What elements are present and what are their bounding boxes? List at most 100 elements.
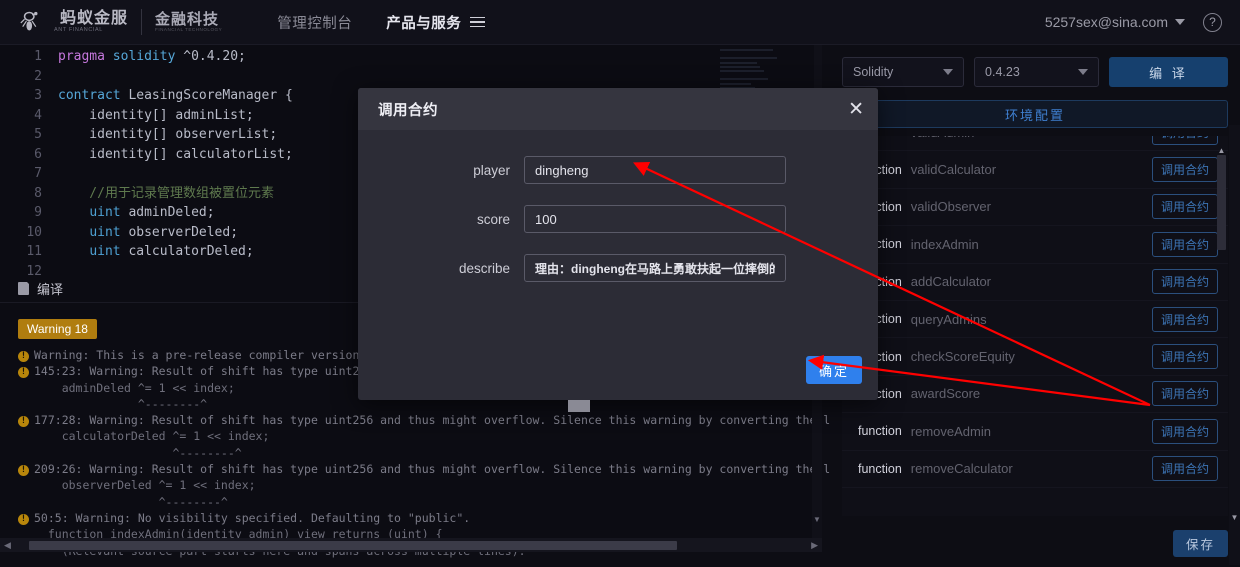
function-row: function awardScore 调用合约 [842,376,1228,414]
info-icon: ! [18,412,34,428]
player-input[interactable] [524,156,786,184]
code-token: ^0.4.20; [183,49,246,64]
ant-financial-logo-icon [20,11,38,31]
code-line[interactable] [58,164,395,184]
code-line[interactable]: uint calculatorDeled; [58,242,395,262]
warning-entry: ! 177:28: Warning: Result of shift has ty… [18,412,920,428]
function-list-scrollbar[interactable]: ▲ [1217,146,1226,446]
function-list-scroll-thumb[interactable] [1217,155,1226,250]
top-header: 蚂蚁金服 ANT FINANCIAL 金融科技 FINANCIAL TECHNO… [0,0,1240,45]
nav-item-products[interactable]: 产品与服务 [386,12,486,33]
code-lines[interactable]: pragma solidity ^0.4.20; contract Leasin… [42,47,395,275]
function-name: checkScoreEquity [910,349,1015,365]
code-token: solidity [104,49,184,64]
call-contract-button[interactable]: 调用合约 [1151,194,1218,220]
version-select[interactable]: 0.4.23 [974,57,1099,87]
line-number: 8 [34,185,42,201]
call-contract-button[interactable]: 调用合约 [1151,306,1218,332]
function-row: function indexAdmin 调用合约 [842,226,1228,264]
field-label-describe: describe [458,260,510,276]
call-contract-button[interactable]: 调用合约 [1151,231,1218,257]
function-name: indexAdmin [910,236,979,252]
save-button[interactable]: 保存 [1173,530,1228,557]
code-line[interactable]: identity[] observerList; [58,125,395,145]
dialog-tail-marker [568,400,590,412]
compile-horizontal-scrollbar[interactable]: ◀ ▶ [0,538,822,552]
panel-outer-scrollbar[interactable]: ▼ [1229,125,1240,565]
line-number: 1 [34,49,42,64]
info-icon: ! [18,347,34,363]
code-line[interactable]: pragma solidity ^0.4.20; [58,47,395,67]
confirm-button[interactable]: 确定 [806,356,862,384]
call-contract-button[interactable]: 调用合约 [1151,418,1218,444]
call-contract-button[interactable]: 调用合约 [1151,136,1218,145]
env-config-button[interactable]: 环境配置 [842,100,1228,128]
minimap-line [720,65,761,68]
line-number: 4 [34,107,42,123]
code-line[interactable] [58,67,395,87]
scroll-down-arrow-icon[interactable]: ▼ [1229,513,1240,522]
line-number: 5 [34,127,42,142]
help-icon[interactable]: ? [1203,12,1222,32]
scroll-left-arrow-icon[interactable]: ◀ [0,540,15,551]
version-select-value: 0.4.23 [985,65,1020,79]
info-icon: ! [18,461,34,477]
info-icon: ! [18,363,34,379]
call-contract-button[interactable]: 调用合约 [1151,344,1218,370]
code-line[interactable]: contract LeasingScoreManager { [58,86,395,106]
brand-name-en: ANT FINANCIAL [54,27,103,34]
function-row: functionvalidAdmin调用合约 [842,136,1228,152]
chevron-down-icon [1175,19,1185,25]
code-line[interactable]: uint observerDeled; [58,223,395,243]
call-contract-button[interactable]: 调用合约 [1151,456,1218,482]
warning-source-line: calculatorDeled ^= 1 << index; [34,429,270,444]
code-token: pragma [58,49,105,64]
code-line[interactable]: uint adminDeled; [58,203,395,223]
code-line[interactable]: identity[] calculatorList; [58,145,395,165]
function-name: validObserver [910,199,991,215]
hamburger-icon[interactable] [470,16,486,28]
field-label-score: score [476,211,510,227]
warning-source-line: observerDeled ^= 1 << index; [34,478,256,493]
language-select[interactable]: Solidity [842,57,965,87]
function-row: function removeCalculator 调用合约 [842,451,1228,488]
call-contract-dialog: 调用合约 ✕ player score describe 确定 [358,88,878,412]
info-icon: ! [18,510,34,526]
scroll-up-arrow-icon[interactable]: ▲ [1217,146,1226,155]
warning-message: 209:26: Warning: Result of shift has typ… [34,462,921,477]
scroll-down-arrow-icon[interactable]: ▼ [812,515,822,524]
code-token: observerDeled; [120,224,239,240]
compiler-toolbar: Solidity 0.4.23 编 译 [830,45,1240,87]
call-contract-button[interactable]: 调用合约 [1151,381,1218,407]
brand-logo[interactable]: 蚂蚁金服 ANT FINANCIAL 金融科技 FINANCIAL TECHNO… [0,7,222,37]
scroll-right-arrow-icon[interactable]: ▶ [807,540,822,551]
call-contract-button[interactable]: 调用合约 [1151,269,1218,295]
brand-name-cn: 蚂蚁金服 [60,9,129,27]
close-icon[interactable]: ✕ [848,100,864,119]
hscroll-thumb[interactable] [28,540,677,550]
line-number: 3 [34,88,42,103]
call-contract-button[interactable]: 调用合约 [1151,157,1218,183]
code-token: //用于记录管理数组被置位元素 [58,185,274,201]
compile-button[interactable]: 编 译 [1108,57,1228,87]
nav-item-console[interactable]: 管理控制台 [277,12,352,33]
describe-input[interactable] [524,254,786,282]
function-name: removeAdmin [910,423,991,439]
line-number: 6 [34,146,42,162]
minimap-line [720,78,768,81]
code-line[interactable]: identity[] adminList; [58,106,395,126]
user-menu[interactable]: 5257sex@sina.com [1045,14,1185,30]
code-token: identity[] observerList; [58,127,278,142]
code-token: calculatorDeled; [120,244,254,259]
code-line[interactable]: //用于记录管理数组被置位元素 [58,184,395,204]
code-token: uint [89,224,121,240]
code-token: uint [89,205,121,220]
language-select-value: Solidity [853,65,894,79]
score-input[interactable] [524,205,786,233]
function-row: function validCalculator 调用合约 [842,151,1228,189]
function-row: function addCalculator 调用合约 [842,264,1228,301]
function-list[interactable]: function validAdmin 调用合约 function validCalcu… [842,136,1228,516]
code-line[interactable] [58,262,395,276]
line-number: 2 [34,68,42,84]
